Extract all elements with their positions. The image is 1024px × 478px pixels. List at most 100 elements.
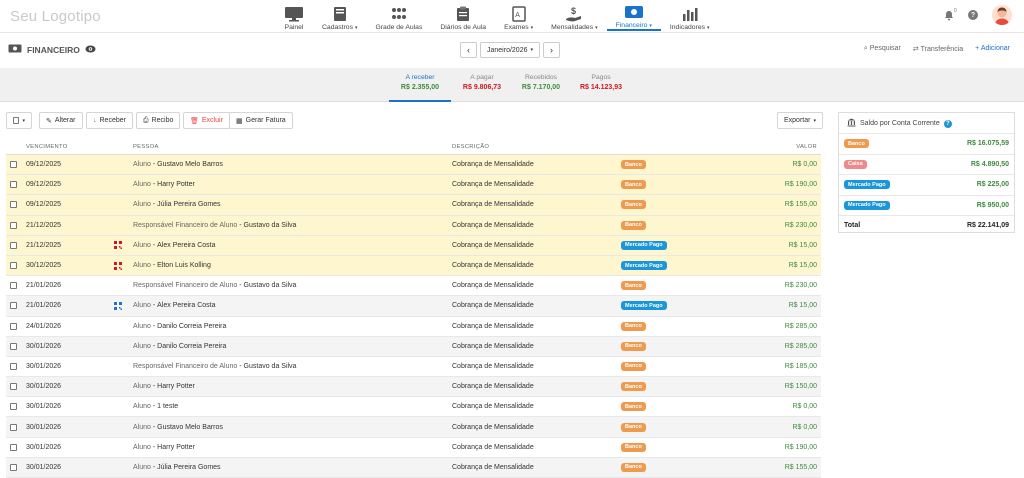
- nav-item-label: Painel: [284, 24, 304, 31]
- row-checkbox[interactable]: [10, 383, 17, 391]
- chevron-down-icon: ▾: [530, 47, 533, 53]
- person-name[interactable]: Júlia Pereira Gomes: [157, 201, 220, 208]
- person-role: Aluno: [133, 443, 151, 451]
- select-all-dropdown[interactable]: ▾: [6, 112, 32, 129]
- column-header-person[interactable]: PESSOA: [133, 139, 159, 154]
- row-checkbox[interactable]: [10, 362, 17, 370]
- month-select[interactable]: Janeiro/2026 ▾: [480, 42, 540, 58]
- nav-item-financeiro[interactable]: Financeiro ▾: [606, 0, 661, 31]
- nav-item-diários-de-aula[interactable]: Diários de Aula: [431, 0, 495, 31]
- nav-item-exames[interactable]: A Exames ▾: [495, 0, 542, 31]
- table-row[interactable]: 30/01/2026 Aluno - Harry Potter Cobrança d…: [6, 377, 821, 398]
- person-name[interactable]: Gustavo da Silva: [244, 363, 297, 370]
- nav-item-painel[interactable]: Painel: [275, 0, 313, 31]
- table-row[interactable]: 21/12/2025 Responsável Financeiro de Alun…: [6, 215, 821, 236]
- qr-code-icon[interactable]: [114, 296, 122, 315]
- table-row[interactable]: 21/01/2026 Responsável Financeiro de Alun…: [6, 276, 821, 297]
- column-header-value[interactable]: VALOR: [796, 139, 817, 154]
- help-icon[interactable]: ?: [968, 10, 978, 20]
- select-all-checkbox[interactable]: [13, 117, 20, 124]
- person-name[interactable]: Gustavo Melo Barros: [157, 424, 223, 431]
- nav-label-wrap: Cadastros ▾: [322, 24, 358, 31]
- table-row[interactable]: 30/01/2026 Aluno - Danilo Correia Pereira…: [6, 336, 821, 357]
- row-checkbox[interactable]: [10, 423, 17, 431]
- table-row[interactable]: 09/12/2025 Aluno - Gustavo Melo Barros Cob…: [6, 155, 821, 176]
- table-row[interactable]: 30/01/2026 Responsável Financeiro de Alun…: [6, 357, 821, 378]
- row-checkbox[interactable]: [10, 262, 17, 270]
- person-role: Aluno: [133, 181, 151, 189]
- row-checkbox[interactable]: [10, 181, 17, 189]
- transfer-link[interactable]: ⇄ Transferência: [913, 45, 963, 53]
- nav-item-cadastros[interactable]: Cadastros ▾: [313, 0, 367, 31]
- person-name[interactable]: Harry Potter: [157, 444, 195, 451]
- person-name[interactable]: Danilo Correia Pereira: [157, 323, 226, 330]
- row-checkbox[interactable]: [10, 322, 17, 330]
- search-link[interactable]: ⌕ Pesquisar: [864, 45, 901, 53]
- summary-tab-a-pagar[interactable]: A pagar R$ 9.806,73: [451, 74, 513, 102]
- table-row[interactable]: 30/01/2026 Aluno - Harry Potter Cobrança d…: [6, 438, 821, 458]
- person-name[interactable]: 1 teste: [157, 403, 178, 410]
- summary-tab-label: A receber: [405, 74, 435, 81]
- prev-month-button[interactable]: ‹: [460, 42, 477, 58]
- receive-button[interactable]: ↓ Receber: [86, 112, 133, 129]
- person-name[interactable]: Gustavo da Silva: [244, 282, 297, 289]
- person-name[interactable]: Elton Luis Kolling: [157, 262, 211, 269]
- alter-button[interactable]: ✎ Alterar: [39, 112, 83, 129]
- account-badge-cell: Banco: [621, 276, 646, 295]
- row-checkbox[interactable]: [10, 403, 17, 411]
- table-row[interactable]: 09/12/2025 Aluno - Harry Potter Cobrança d…: [6, 175, 821, 196]
- export-button[interactable]: Exportar ▾: [777, 112, 823, 129]
- qr-code-icon[interactable]: [114, 236, 122, 255]
- visibility-eye-icon[interactable]: [85, 45, 96, 55]
- generate-invoice-button[interactable]: ▦ Gerar Fatura: [229, 112, 293, 129]
- info-icon[interactable]: ?: [943, 119, 952, 128]
- table-row[interactable]: 21/12/2025 Aluno - Alex Pereira Costa Cobr…: [6, 235, 821, 256]
- person-name[interactable]: Gustavo Melo Barros: [157, 161, 223, 168]
- row-checkbox[interactable]: [10, 282, 17, 290]
- user-avatar[interactable]: [992, 5, 1012, 25]
- column-header-description[interactable]: DESCRIÇÃO: [452, 139, 489, 154]
- table-row[interactable]: 30/01/2026 Aluno - 1 teste Cobrança de Men…: [6, 397, 821, 418]
- person-name[interactable]: Harry Potter: [157, 181, 195, 188]
- next-month-button[interactable]: ›: [543, 42, 560, 58]
- app-logo[interactable]: Seu Logotipo: [10, 8, 101, 25]
- row-checkbox[interactable]: [10, 302, 17, 310]
- row-checkbox[interactable]: [10, 221, 17, 229]
- nav-item-indicadores[interactable]: Indicadores ▾: [661, 0, 719, 31]
- account-badge-cell: Banco: [621, 195, 646, 214]
- table-row[interactable]: 30/12/2025 Aluno - Elton Luis Kolling Cobr…: [6, 255, 821, 277]
- amount: R$ 190,00: [784, 443, 817, 451]
- table-row[interactable]: 09/12/2025 Aluno - Júlia Pereira Gomes Cob…: [6, 195, 821, 216]
- person-cell: Aluno - Harry Potter: [133, 383, 195, 391]
- summary-tab-pagos[interactable]: Pagos R$ 14.123,93: [570, 74, 632, 102]
- column-header-due[interactable]: VENCIMENTO: [26, 139, 68, 154]
- add-link[interactable]: + Adicionar: [975, 45, 1010, 53]
- banknote-icon: [624, 3, 644, 20]
- receipt-button[interactable]: ⎙ Recibo: [136, 112, 181, 129]
- notifications-bell-icon[interactable]: 0: [944, 8, 957, 21]
- due-date: 30/01/2026: [26, 443, 62, 451]
- person-name[interactable]: Harry Potter: [157, 383, 195, 390]
- table-row[interactable]: 30/01/2026 Aluno - Gustavo Melo Barros Cob…: [6, 417, 821, 438]
- row-checkbox[interactable]: [10, 443, 17, 451]
- person-name[interactable]: Danilo Correia Pereira: [157, 343, 226, 350]
- qr-code-icon[interactable]: [114, 256, 122, 275]
- person-name[interactable]: Gustavo da Silva: [244, 222, 297, 229]
- row-checkbox[interactable]: [10, 342, 17, 350]
- header-actions: ⌕ Pesquisar ⇄ Transferência + Adicionar: [864, 45, 1010, 53]
- row-checkbox[interactable]: [10, 201, 17, 209]
- table-row[interactable]: 21/01/2026 Aluno - Alex Pereira Costa Cobr…: [6, 296, 821, 317]
- person-name[interactable]: Alex Pereira Costa: [157, 302, 215, 309]
- delete-button[interactable]: 🗑 Excluir: [183, 112, 230, 129]
- table-row[interactable]: 24/01/2026 Aluno - Danilo Correia Pereira…: [6, 317, 821, 337]
- table-row[interactable]: 30/01/2026 Aluno - Júlia Pereira Gomes Cob…: [6, 457, 821, 478]
- person-name[interactable]: Alex Pereira Costa: [157, 242, 215, 249]
- row-checkbox[interactable]: [10, 161, 17, 169]
- grid-icon: ▦: [236, 117, 243, 125]
- summary-tab-recebidos[interactable]: Recebidos R$ 7.170,00: [510, 74, 572, 102]
- row-checkbox-cell: [10, 377, 17, 396]
- summary-tab-a-receber[interactable]: A receber R$ 2.355,00: [389, 74, 451, 102]
- nav-item-grade-de-aulas[interactable]: Grade de Aulas: [367, 0, 432, 31]
- row-checkbox[interactable]: [10, 241, 17, 249]
- nav-item-mensalidades[interactable]: $ Mensalidades ▾: [542, 0, 606, 32]
